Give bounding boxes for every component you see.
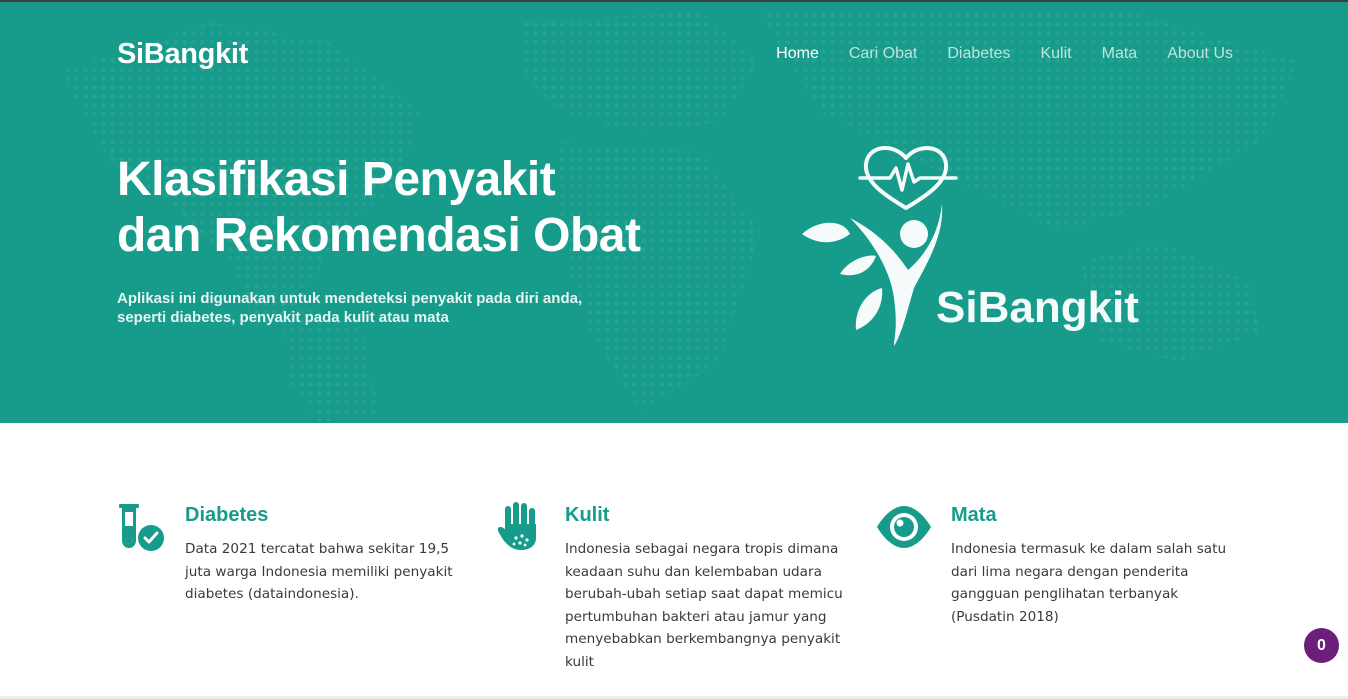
desc-line: (Pusdatin 2018): [951, 608, 1059, 625]
nav-mata[interactable]: Mata: [1102, 45, 1138, 63]
test-tube-check-icon: [119, 504, 164, 551]
nav-kulit[interactable]: Kulit: [1040, 45, 1071, 63]
desc-line: gangguan penglihatan terbanyak: [951, 586, 1179, 602]
nav-cari-obat[interactable]: Cari Obat: [849, 45, 917, 63]
desc-line: Data 2021 tercatat bahwa sekitar 19,5: [185, 541, 450, 557]
hero-title: Klasifikasi Penyakit dan Rekomendasi Oba…: [117, 152, 737, 264]
hero-subtitle-line-2: seperti diabetes, penyakit pada kulit at…: [117, 309, 449, 326]
desc-line: juta warga Indonesia memiliki penyakit: [185, 563, 453, 580]
desc-line: pertumbuhan bakteri atau jamur yang: [565, 608, 827, 625]
hero-title-line-2: dan Rekomendasi Obat: [117, 209, 641, 262]
nav-home[interactable]: Home: [776, 45, 819, 63]
desc-line: menyebabkan berkembangnya penyakit: [565, 631, 841, 647]
desc-line: diabetes (dataindonesia).: [185, 586, 359, 602]
feature-description: Data 2021 tercatat bahwa sekitar 19,5 ju…: [185, 538, 485, 606]
hero-section: SiBangkit Home Cari Obat Diabetes Kulit …: [0, 2, 1348, 423]
desc-line: Indonesia sebagai negara tropis dimana: [565, 541, 839, 557]
feature-description: Indonesia sebagai negara tropis dimana k…: [565, 538, 865, 673]
eye-icon: [877, 506, 931, 548]
desc-line: keadaan suhu dan kelembaban udara: [565, 563, 822, 580]
feature-title[interactable]: Kulit: [565, 504, 609, 527]
desc-line: kulit: [565, 653, 594, 670]
hand-icon: [497, 502, 536, 550]
main-nav: Home Cari Obat Diabetes Kulit Mata About…: [746, 45, 1233, 63]
sibangkit-logo-illustration: SiBangkit: [802, 146, 1139, 346]
logo-wordmark: SiBangkit: [936, 283, 1139, 332]
desc-line: berubah-ubah setiap saat dapat memicu: [565, 586, 843, 602]
heart-pulse-icon: [858, 146, 958, 210]
desc-line: Indonesia termasuk ke dalam salah satu: [951, 541, 1227, 557]
nav-about-us[interactable]: About Us: [1167, 45, 1233, 63]
nav-diabetes[interactable]: Diabetes: [947, 45, 1010, 63]
notification-badge[interactable]: 0: [1304, 628, 1339, 663]
feature-title[interactable]: Diabetes: [185, 504, 268, 527]
hero-subtitle-line-1: Aplikasi ini digunakan untuk mendeteksi …: [117, 290, 583, 307]
desc-line: dari lima negara dengan penderita: [951, 563, 1189, 580]
hero-title-line-1: Klasifikasi Penyakit: [117, 153, 556, 206]
feature-title[interactable]: Mata: [951, 504, 997, 527]
feature-description: Indonesia termasuk ke dalam salah satu d…: [951, 538, 1251, 628]
hero-subtitle: Aplikasi ini digunakan untuk mendeteksi …: [117, 289, 637, 327]
brand-logo-text[interactable]: SiBangkit: [117, 38, 248, 71]
